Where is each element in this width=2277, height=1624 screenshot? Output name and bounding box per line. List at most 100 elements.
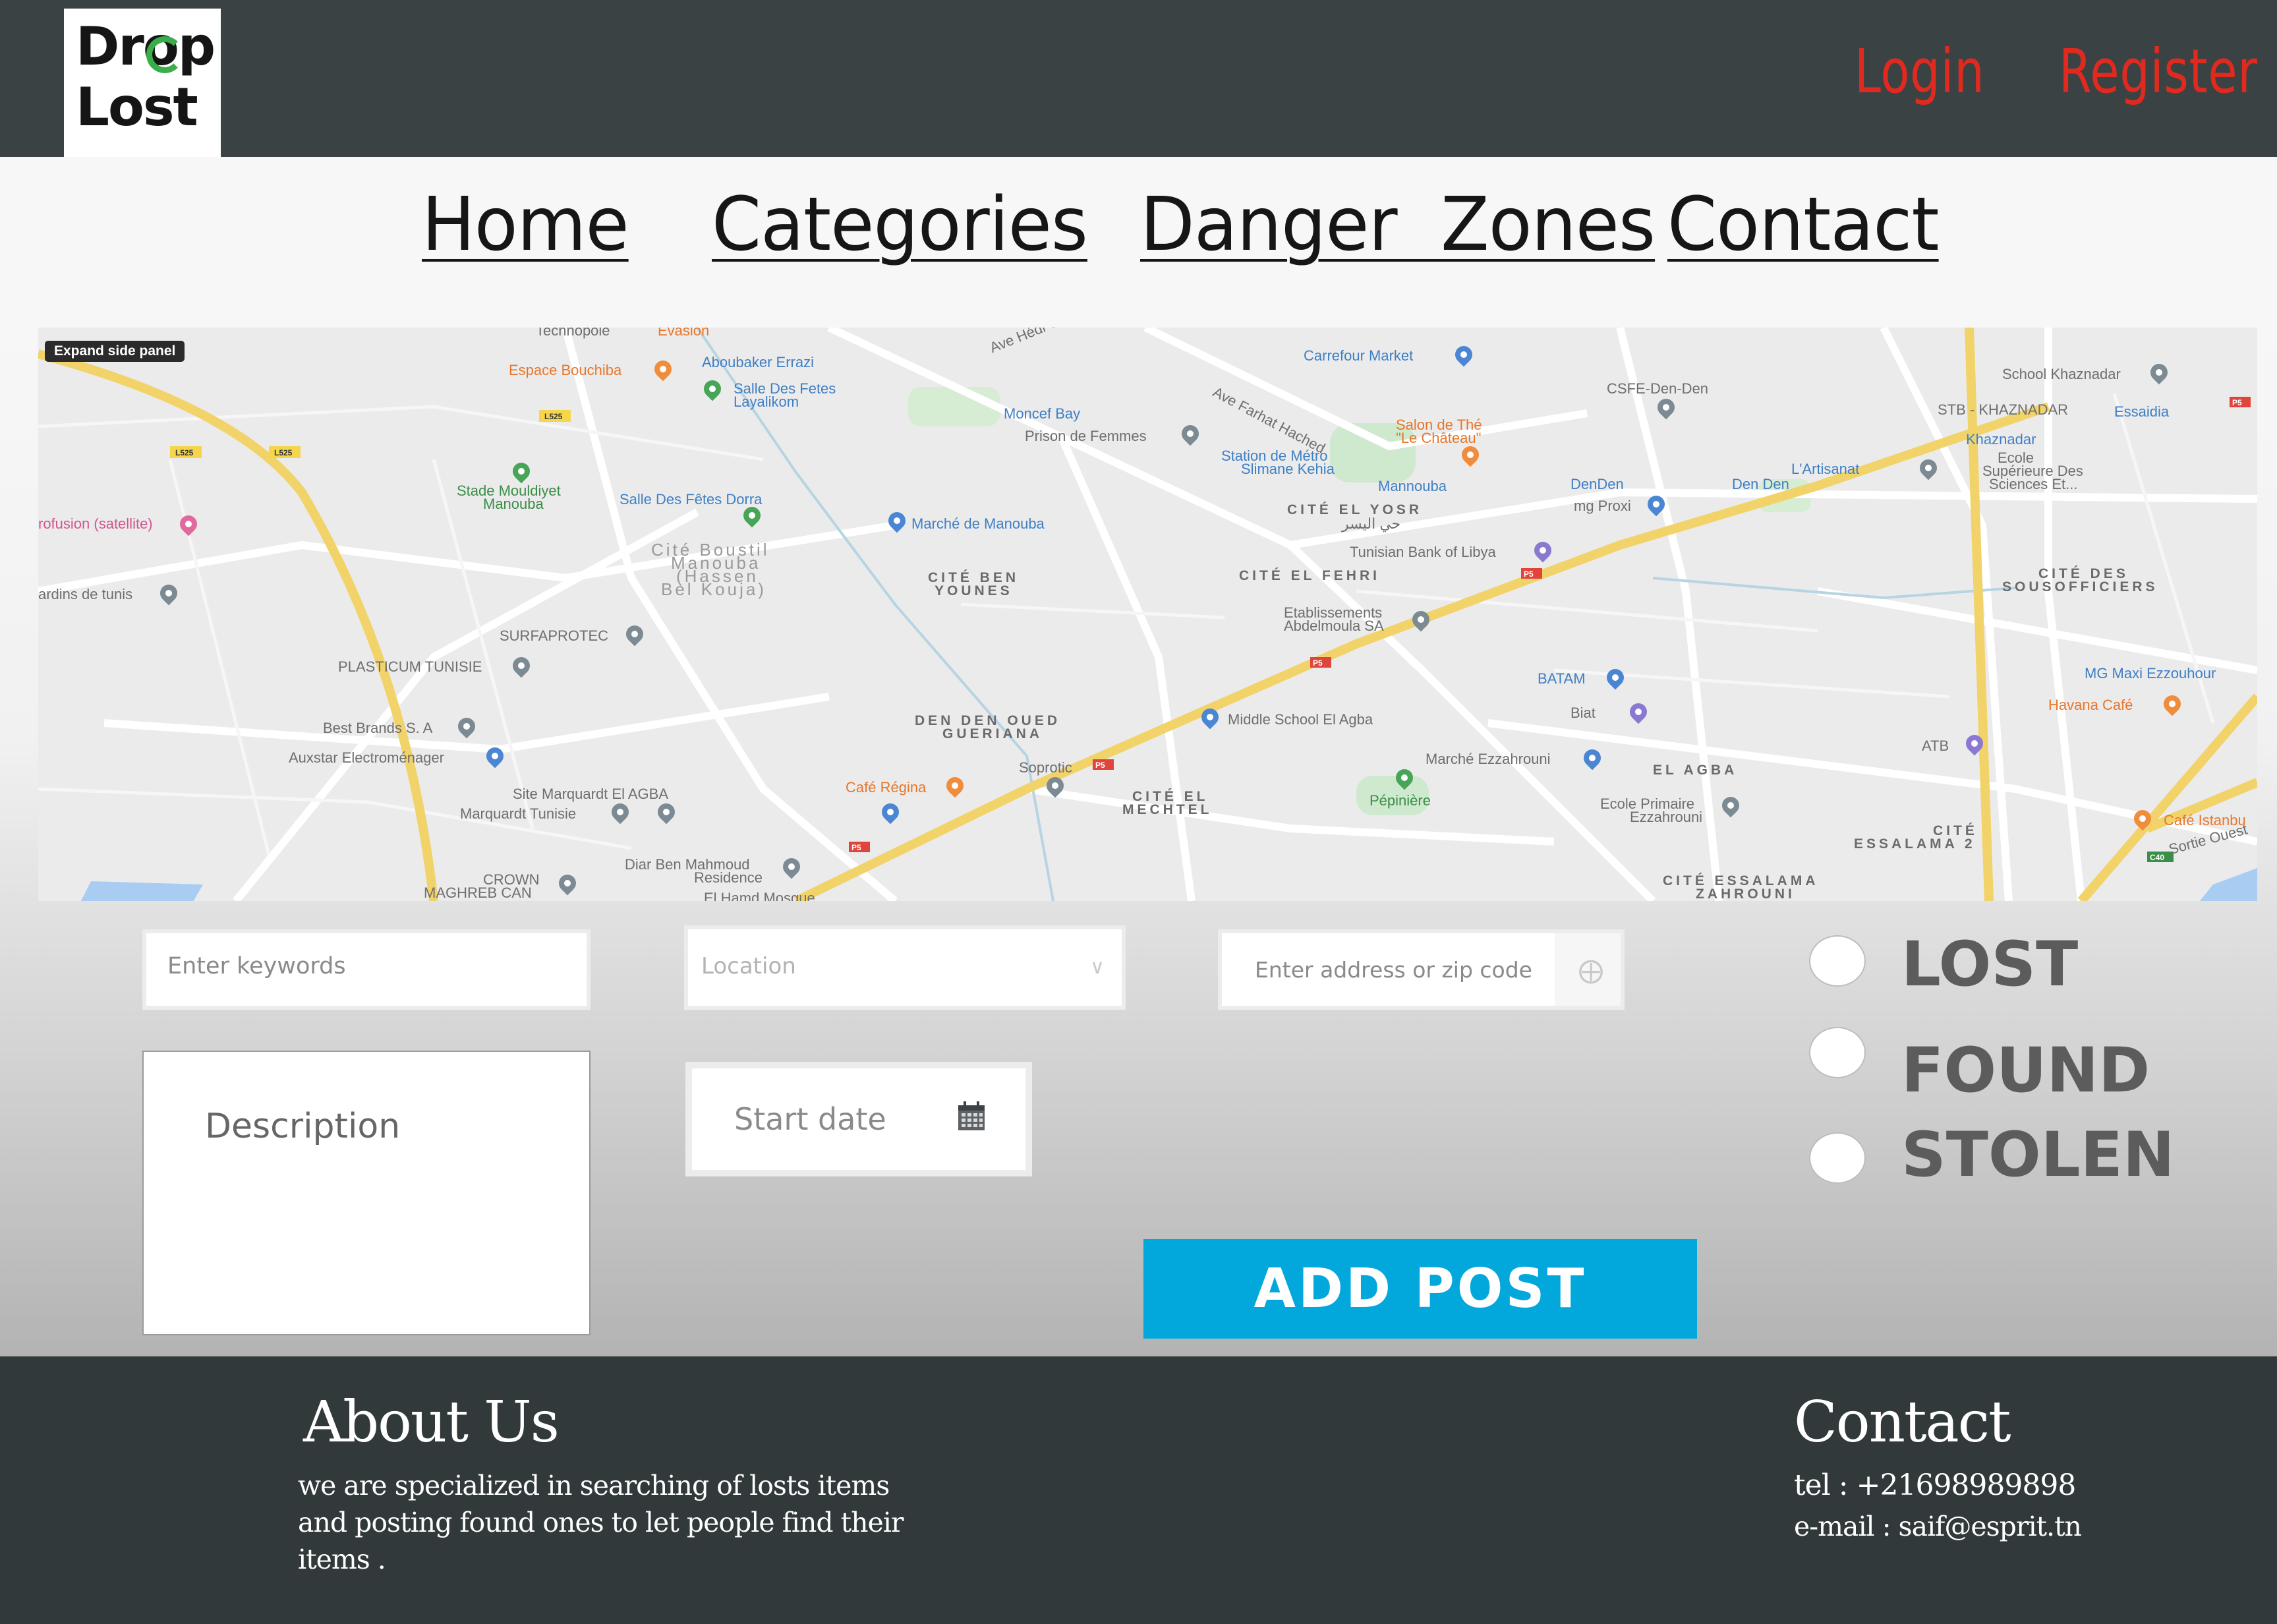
nav-contact[interactable]: Contact — [1667, 182, 1940, 268]
map-label: Pépinière — [1369, 792, 1431, 809]
login-link[interactable]: Login — [1855, 36, 1984, 107]
svg-text:L525: L525 — [544, 412, 563, 421]
contact-title: Contact — [1794, 1389, 2011, 1455]
about-text-line: items . — [298, 1544, 386, 1575]
map-label: El Hamd Mosque — [704, 890, 815, 901]
map-label: Khaznadar — [1966, 431, 2036, 448]
locate-button[interactable]: ⨁ — [1555, 933, 1621, 1006]
map-label: Middle School El Agba — [1228, 711, 1373, 728]
description-textarea[interactable]: Description — [142, 1051, 591, 1335]
map-label: Abdelmoula SA — [1284, 618, 1384, 634]
logo-ring-icon — [146, 36, 183, 73]
map-label: MG Maxi Ezzouhour — [2085, 665, 2216, 682]
address-input[interactable]: Enter address or zip code ⨁ — [1218, 929, 1625, 1010]
map-label: Soprotic — [1019, 759, 1072, 776]
location-select[interactable]: Location ∨ — [684, 925, 1126, 1010]
chevron-down-icon[interactable]: ∨ — [1090, 956, 1105, 979]
map-label: Tunisian Bank of Libya — [1350, 544, 1496, 560]
map-label: Marché de Manouba — [911, 515, 1045, 532]
map-label: MECHTEL — [1122, 802, 1213, 817]
map-label: YOUNES — [935, 583, 1013, 598]
map-label: Manouba — [483, 496, 544, 512]
about-us-title: About Us — [303, 1389, 560, 1455]
map-label: DenDen — [1571, 476, 1624, 492]
map-label: Site Marquardt El AGBA — [513, 786, 668, 802]
logo-word-drop: Drop — [76, 16, 216, 77]
svg-text:P5: P5 — [1095, 761, 1105, 770]
map-label: SOUSOFFICIERS — [2002, 579, 2158, 594]
nav-danger-zones[interactable]: Danger Zones — [1140, 182, 1656, 268]
add-post-button[interactable]: ADD POST — [1143, 1239, 1697, 1339]
map-label: ZAHROUNI — [1696, 886, 1795, 901]
svg-text:L525: L525 — [274, 448, 293, 457]
map-label: Evasion — [658, 328, 710, 339]
map-label: MAGHREB CAN — [424, 884, 532, 901]
svg-text:P5: P5 — [2232, 398, 2242, 407]
map-label: L'Artisanat — [1791, 461, 1860, 477]
map-label: حي اليسر — [1342, 515, 1401, 532]
map-label: Best Brands S. A — [323, 720, 433, 736]
start-date-input[interactable]: Start date — [685, 1062, 1032, 1176]
svg-text:C40: C40 — [2150, 853, 2164, 862]
map-label: CSFE-Den-Den — [1607, 380, 1709, 397]
header: Drop Lost Login Register — [0, 0, 2277, 157]
map-label: Carrefour Market — [1304, 347, 1414, 364]
location-placeholder: Location — [701, 953, 796, 979]
map-label: ATB — [1922, 738, 1949, 754]
droplost-logo[interactable]: Drop Lost — [64, 9, 221, 157]
radio-found[interactable] — [1809, 1027, 1866, 1078]
map-label: EL AGBA — [1653, 763, 1738, 778]
map-label: Residence — [694, 869, 763, 886]
radio-label-found: FOUND — [1901, 1035, 2150, 1107]
map-label: rofusion (satellite) — [38, 515, 153, 532]
map-label: Aboubaker Errazi — [702, 354, 814, 370]
map-view[interactable]: L525 L525 L525 P5 P5 P5 P5 P5 C40 Expand… — [38, 328, 2257, 901]
map-label: Essaidia — [2114, 403, 2170, 420]
map-label: ardins de tunis — [38, 586, 133, 602]
map-label: Café Régina — [846, 779, 927, 796]
radio-label-stolen: STOLEN — [1901, 1119, 2175, 1191]
map-label: PLASTICUM TUNISIE — [338, 658, 482, 675]
map-label: Ezzahrouni — [1630, 809, 1703, 825]
map-label: Auxstar Electroménager — [289, 749, 444, 766]
svg-text:L525: L525 — [175, 448, 194, 457]
calendar-icon[interactable] — [957, 1101, 986, 1134]
map-label: Biat — [1571, 705, 1596, 721]
map-label: Espace Bouchiba — [509, 362, 622, 378]
expand-side-panel-button[interactable]: Expand side panel — [45, 341, 185, 362]
map-label: Bel Kouja) — [661, 579, 766, 599]
crosshair-icon: ⨁ — [1578, 956, 1603, 985]
radio-label-lost: LOST — [1901, 929, 2079, 1000]
register-link[interactable]: Register — [2059, 36, 2258, 107]
map-label: Havana Café — [2048, 697, 2133, 713]
keywords-placeholder: Enter keywords — [167, 953, 346, 979]
map-label: School Khaznadar — [2002, 366, 2121, 382]
map-label: Slimane Kehia — [1241, 461, 1335, 477]
map-label: STB - KHAZNADAR — [1938, 401, 2069, 418]
map-label: Moncef Bay — [1004, 405, 1081, 422]
map-label: CITÉ EL FEHRI — [1239, 568, 1380, 583]
footer: About Us we are specialized in searching… — [0, 1356, 2277, 1624]
description-placeholder: Description — [205, 1107, 401, 1146]
about-text-line: we are specialized in searching of losts… — [298, 1470, 890, 1501]
radio-lost[interactable] — [1809, 935, 1866, 987]
map-label: "Le Château" — [1396, 430, 1482, 446]
svg-text:P5: P5 — [1313, 658, 1323, 668]
map-label: Layalikom — [734, 393, 799, 410]
map-label: SURFAPROTEC — [500, 627, 609, 644]
map-label: Salle Des Fêtes Dorra — [620, 491, 763, 508]
map-label: Sciences Et... — [1989, 476, 2078, 492]
map-label: BATAM — [1538, 670, 1586, 687]
map-label: Marché Ezzahrouni — [1426, 751, 1551, 767]
address-placeholder: Enter address or zip code — [1255, 957, 1532, 983]
about-text-line: and posting found ones to let people fin… — [298, 1507, 904, 1538]
start-date-placeholder: Start date — [734, 1101, 886, 1137]
nav-categories[interactable]: Categories — [712, 182, 1088, 268]
svg-text:P5: P5 — [1524, 569, 1534, 579]
contact-email[interactable]: e-mail : saif@esprit.tn — [1794, 1508, 2082, 1545]
keywords-input[interactable]: Enter keywords — [142, 929, 591, 1010]
main-nav: Home Categories Danger Zones Contact — [0, 157, 2277, 328]
nav-home[interactable]: Home — [422, 182, 629, 268]
svg-text:P5: P5 — [851, 843, 861, 852]
radio-stolen[interactable] — [1809, 1132, 1866, 1184]
